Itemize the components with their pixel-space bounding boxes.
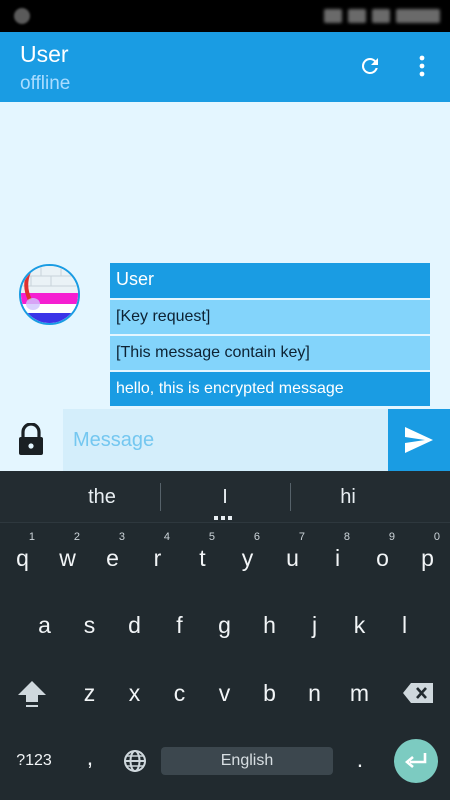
key-label: t: [199, 544, 206, 571]
avatar-image: [21, 266, 78, 323]
chat-area[interactable]: User [Key request] [This message contain…: [0, 102, 450, 409]
key-a[interactable]: a: [22, 595, 67, 655]
key-hint: 9: [388, 531, 395, 543]
key-d[interactable]: d: [112, 595, 157, 655]
shift-key[interactable]: [8, 663, 56, 723]
key-v[interactable]: v: [202, 663, 247, 723]
enter-key[interactable]: [394, 739, 438, 783]
key-hint: 6: [253, 531, 260, 543]
soft-keyboard: the I hi 1q 2w 3e 4r 5t 6y 7u 8i 9o 0p a…: [0, 471, 450, 800]
key-b[interactable]: b: [247, 663, 292, 723]
key-o[interactable]: 9o: [360, 528, 405, 588]
composer-bar: [0, 409, 450, 471]
key-label: e: [106, 544, 119, 571]
key-label: q: [16, 544, 29, 571]
key-label: i: [334, 544, 341, 571]
globe-icon: [124, 750, 146, 772]
period-key[interactable]: .: [338, 733, 382, 785]
key-label: y: [241, 544, 254, 571]
key-hint: 5: [208, 531, 215, 543]
key-w[interactable]: 2w: [45, 528, 90, 588]
key-hint: 2: [73, 531, 80, 543]
key-s[interactable]: s: [67, 595, 112, 655]
key-label: u: [286, 544, 299, 571]
key-j[interactable]: j: [292, 595, 337, 655]
key-hint: 7: [298, 531, 305, 543]
message-encrypted[interactable]: hello, this is encrypted message: [110, 372, 430, 406]
symbols-key[interactable]: ?123: [4, 735, 64, 787]
encryption-lock-button[interactable]: [16, 422, 46, 457]
suggestion-bar: the I hi: [0, 471, 450, 523]
key-f[interactable]: f: [157, 595, 202, 655]
suggestion-3[interactable]: hi: [273, 471, 423, 523]
notification-icon: [14, 8, 30, 24]
key-c[interactable]: c: [157, 663, 202, 723]
key-q[interactable]: 1q: [0, 528, 45, 588]
language-key[interactable]: [114, 735, 156, 787]
avatar[interactable]: [19, 264, 80, 325]
key-m[interactable]: m: [337, 663, 382, 723]
contact-status: offline: [20, 73, 71, 94]
key-y[interactable]: 6y: [225, 528, 270, 588]
key-label: r: [153, 544, 162, 571]
key-label: o: [376, 544, 389, 571]
key-p[interactable]: 0p: [405, 528, 450, 588]
signal-icon: [348, 9, 366, 23]
space-key[interactable]: English: [161, 747, 333, 775]
message-input[interactable]: [63, 409, 388, 471]
status-bar: [0, 0, 450, 32]
send-button[interactable]: [388, 409, 450, 471]
backspace-icon: [403, 683, 433, 703]
key-hint: 1: [28, 531, 35, 543]
key-g[interactable]: g: [202, 595, 247, 655]
contact-name: User: [20, 41, 69, 67]
refresh-button[interactable]: [356, 52, 384, 80]
overflow-menu-button[interactable]: [412, 52, 432, 80]
delete-key[interactable]: [392, 663, 444, 723]
comma-key[interactable]: ,: [68, 731, 112, 783]
app-bar: User offline: [0, 32, 450, 102]
key-hint: 3: [118, 531, 125, 543]
key-l[interactable]: l: [382, 595, 427, 655]
key-hint: 8: [343, 531, 350, 543]
key-label: w: [59, 544, 76, 571]
key-u[interactable]: 7u: [270, 528, 315, 588]
clock: [396, 9, 440, 23]
key-x[interactable]: x: [112, 663, 157, 723]
battery-icon: [372, 9, 390, 23]
key-label: p: [421, 544, 434, 571]
key-t[interactable]: 5t: [180, 528, 225, 588]
key-k[interactable]: k: [337, 595, 382, 655]
refresh-icon: [361, 57, 378, 74]
message-contains-key[interactable]: [This message contain key]: [110, 336, 430, 370]
shift-icon: [18, 681, 46, 707]
message-group: User [Key request] [This message contain…: [110, 263, 430, 406]
overflow-menu-icon: [419, 55, 425, 77]
enter-icon: [404, 753, 427, 768]
key-hint: 4: [163, 531, 170, 543]
sender-name: User: [110, 263, 430, 298]
app-screen: User offline User [Key request] [This me…: [0, 0, 450, 800]
key-hint: 0: [433, 531, 440, 543]
message-key-request[interactable]: [Key request]: [110, 300, 430, 334]
send-icon: [405, 427, 433, 453]
key-i[interactable]: 8i: [315, 528, 360, 588]
key-h[interactable]: h: [247, 595, 292, 655]
wifi-icon: [324, 9, 342, 23]
more-suggestions-indicator[interactable]: [214, 516, 232, 520]
key-z[interactable]: z: [67, 663, 112, 723]
status-icons: [324, 9, 440, 23]
key-n[interactable]: n: [292, 663, 337, 723]
key-r[interactable]: 4r: [135, 528, 180, 588]
lock-icon: [19, 422, 43, 455]
key-e[interactable]: 3e: [90, 528, 135, 588]
